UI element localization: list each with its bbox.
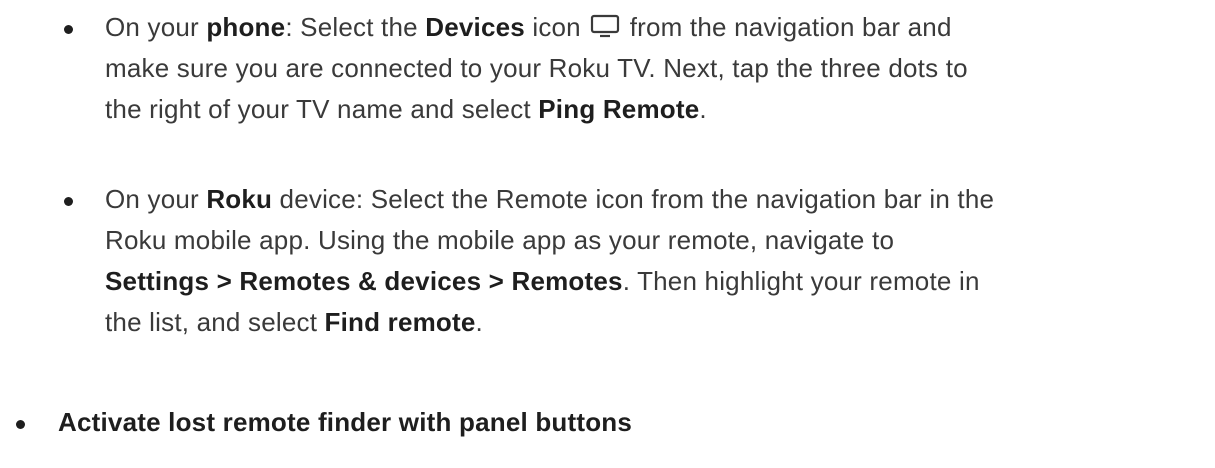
bullet-point — [64, 25, 73, 34]
text-segment: the right of your TV name and select — [105, 94, 539, 124]
roku-keyword: Roku — [206, 184, 273, 214]
instructions-document: On your phone: Select the Devices icon f… — [0, 0, 1215, 468]
find-remote-keyword: Find remote — [324, 307, 476, 337]
panel-buttons-heading: Activate lost remote finder with panel b… — [58, 407, 633, 437]
text-segment: . — [699, 94, 707, 124]
phone-instruction: On your phone: Select the Devices icon f… — [105, 7, 1205, 130]
settings-path: Settings > Remotes & devices > Remotes — [105, 266, 623, 296]
text-segment: the list, and select — [105, 307, 325, 337]
phone-keyword: phone — [206, 12, 286, 42]
bullet-point — [16, 420, 25, 429]
text-segment: On your — [105, 12, 207, 42]
bullet-point — [64, 197, 73, 206]
devices-keyword: Devices — [425, 12, 525, 42]
text-segment: device: Select the Remote icon from the … — [272, 184, 995, 214]
text-segment: . — [475, 307, 483, 337]
text-segment: . Then highlight your remote in — [622, 266, 980, 296]
text-segment: : Select the — [285, 12, 426, 42]
text-line: make sure you are connected to your Roku… — [105, 53, 968, 83]
text-segment: icon — [524, 12, 589, 42]
text-segment: On your — [105, 184, 207, 214]
text-line: Roku mobile app. Using the mobile app as… — [105, 225, 895, 255]
text-segment: from the navigation bar and — [622, 12, 952, 42]
roku-instruction: On your Roku device: Select the Remote i… — [105, 179, 1205, 343]
devices-icon — [590, 11, 620, 38]
ping-remote-keyword: Ping Remote — [538, 94, 700, 124]
